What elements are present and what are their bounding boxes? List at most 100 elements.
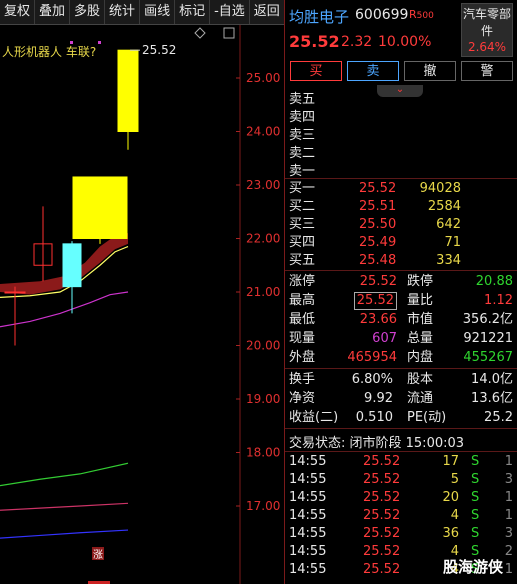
sector-name: 汽车零部件 [462, 7, 511, 38]
toolbar-item-2[interactable]: 多股 [70, 0, 106, 24]
alert-button[interactable]: 警 [461, 61, 513, 81]
y-tick-label: 17.00 [246, 499, 280, 513]
bid-row: 买三 25.50 642 [285, 216, 517, 234]
tick-count: 2 [504, 544, 513, 559]
tick-volume: 5 [450, 472, 459, 487]
bid-volume: 94028 [419, 181, 461, 196]
toolbar-item-6[interactable]: -自选 [210, 0, 250, 24]
bid-level-label: 买四 [289, 235, 316, 250]
candle-body [4, 291, 26, 294]
bid-volume: 334 [436, 253, 461, 268]
tick-count: 1 [504, 562, 513, 577]
bid-level-label: 买一 [289, 181, 316, 196]
ma60-line [0, 502, 129, 511]
buy-button[interactable]: 买 [290, 61, 342, 81]
stat-row: 外盘 465954 内盘 455267 [285, 349, 517, 367]
fin-value: 6.80% [351, 372, 393, 387]
bid-row: 买二 25.51 2584 [285, 198, 517, 216]
tick-count: 3 [504, 526, 513, 541]
stat-row: 现量 607 总量 921221 [285, 330, 517, 348]
fin-label: 净资 [289, 391, 316, 406]
mark-dot [70, 41, 73, 44]
bid-price: 25.49 [359, 235, 397, 250]
stat-label: 涨停 [289, 274, 316, 289]
stat-row: 最高 25.52 量比 1.12 [285, 292, 517, 310]
bid-price: 25.50 [359, 217, 397, 232]
stat-value: 25.52 [353, 292, 397, 310]
stat-row: 涨停 25.52 跌停 20.88 [285, 273, 517, 291]
cancel-button[interactable]: 撤 [404, 61, 456, 81]
bid-volume: 71 [444, 235, 461, 250]
fin-value: 13.6亿 [471, 391, 513, 406]
tick-count: 3 [504, 472, 513, 487]
fin-label: 换手 [289, 372, 316, 387]
stock-code: 600699 [355, 7, 409, 23]
tick-row: 14:55 25.52 5 S 3 [285, 471, 517, 489]
fin-value: 14.0亿 [471, 372, 513, 387]
fin-label: 股本 [407, 372, 434, 387]
last-price: 25.52 [289, 32, 340, 51]
fin-label: 流通 [407, 391, 434, 406]
toolbar-item-0[interactable]: 复权 [0, 0, 36, 24]
y-tick-label: 21.00 [246, 285, 280, 299]
sector-box[interactable]: 汽车零部件 2.64% [461, 3, 513, 57]
fin-row: 收益(二) 0.510 PE(动) 25.2 [285, 409, 517, 427]
tick-time: 14:55 [289, 544, 327, 559]
fin-label: 收益(二) [289, 410, 339, 425]
tick-volume: 4 [450, 508, 459, 523]
fin-row: 换手 6.80% 股本 14.0亿 [285, 371, 517, 389]
tick-time: 14:55 [289, 472, 327, 487]
bid-volume: 2584 [427, 199, 461, 214]
sell-button[interactable]: 卖 [347, 61, 399, 81]
tick-row: 14:55 25.52 36 S 3 [285, 525, 517, 543]
y-tick-label: 19.00 [246, 392, 280, 406]
tick-time: 14:55 [289, 508, 327, 523]
stat-label: 外盘 [289, 350, 316, 365]
chart-toolbar: 复权 叠加 多股 统计 画线 标记 -自选 返回 [0, 0, 285, 25]
stock-name[interactable]: 均胜电子 [289, 6, 349, 27]
stat-label: 最高 [289, 293, 316, 308]
bid-level-label: 买三 [289, 217, 316, 232]
bid-volume: 642 [436, 217, 461, 232]
fin-value: 25.2 [484, 410, 513, 425]
toolbar-item-4[interactable]: 画线 [140, 0, 176, 24]
stat-label: 跌停 [407, 274, 434, 289]
stat-value: 356.2亿 [462, 312, 513, 327]
stat-label: 量比 [407, 293, 434, 308]
stat-row: 最低 23.66 市值 356.2亿 [285, 311, 517, 329]
tick-price: 25.52 [363, 562, 401, 577]
tick-count: 1 [504, 508, 513, 523]
fin-value: 9.92 [364, 391, 393, 406]
tick-count: 1 [504, 454, 513, 469]
tick-volume: 36 [442, 526, 459, 541]
toolbar-item-3[interactable]: 统计 [105, 0, 141, 24]
mark-dot [98, 41, 101, 44]
tick-side: S [471, 526, 480, 541]
ma120-line [0, 529, 129, 539]
stat-value: 921221 [463, 331, 513, 346]
r-flag-letter: R [409, 8, 417, 21]
ask-level-label: 卖二 [289, 146, 316, 161]
tick-volume: 17 [442, 454, 459, 469]
tick-volume: 20 [442, 490, 459, 505]
tick-side: S [471, 454, 480, 469]
tick-row: 14:55 25.52 17 S 1 [285, 453, 517, 471]
bid-price: 25.51 [359, 199, 397, 214]
toolbar-item-1[interactable]: 叠加 [35, 0, 71, 24]
tick-price: 25.52 [363, 544, 401, 559]
diamond-icon [194, 27, 206, 39]
toolbar-item-7[interactable]: 返回 [250, 0, 285, 24]
kline-chart[interactable]: 25.00 24.00 23.00 22.00 21.00 20.00 19.00 18.00… [0, 25, 284, 584]
y-tick-label: 18.00 [246, 446, 280, 460]
fin-label: PE(动) [407, 410, 447, 425]
toolbar-item-5[interactable]: 标记 [175, 0, 211, 24]
collapse-handle[interactable]: ⌄ [377, 85, 423, 97]
ma20-line [0, 462, 129, 487]
bid-row: 买四 25.49 71 [285, 234, 517, 252]
quote-panel: 均胜电子 600699 R500 25.52 2.32 10.00% 汽车零部件… [285, 0, 517, 584]
candle-body [117, 49, 139, 132]
bid-row: 买一 25.52 94028 [285, 180, 517, 198]
ma10-line [0, 291, 129, 328]
tick-price: 25.52 [363, 508, 401, 523]
stat-value: 465954 [347, 350, 397, 365]
